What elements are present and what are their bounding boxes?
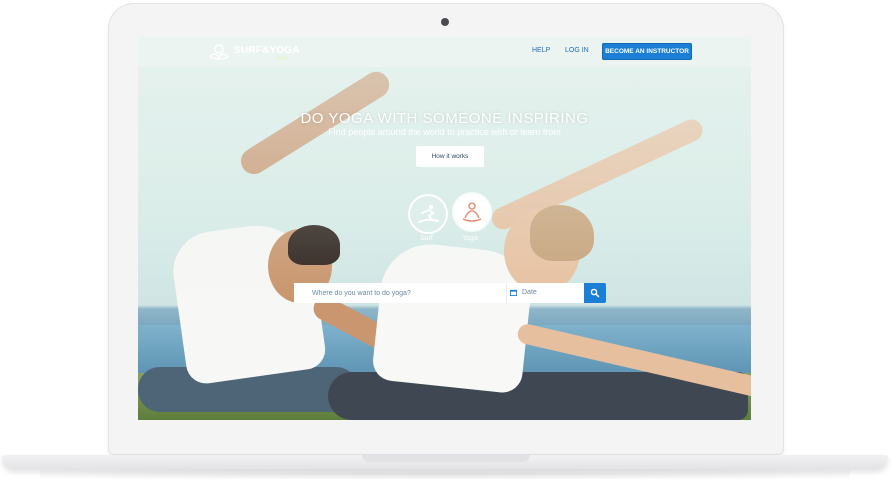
- date-field[interactable]: Date: [506, 283, 584, 303]
- location-search-input[interactable]: [294, 283, 506, 303]
- laptop-shadow: [40, 469, 850, 479]
- logo-beta-tag: Beta: [276, 56, 289, 62]
- date-placeholder: Date: [522, 289, 537, 296]
- logo[interactable]: SURF&YOGA Beta: [208, 42, 308, 64]
- hero-title: DO YOGA WITH SOMEONE INSPIRING: [300, 110, 589, 127]
- logo-text: SURF&YOGA: [234, 45, 300, 56]
- hero-overlay: [138, 37, 751, 420]
- laptop-camera: [441, 18, 449, 26]
- nav-login-link[interactable]: LOG IN: [565, 47, 589, 54]
- activity-yoga-label: Yoga: [462, 235, 478, 242]
- become-instructor-button[interactable]: BECOME AN INSTRUCTOR: [602, 43, 692, 60]
- laptop-screen: SURF&YOGA Beta HELP LOG IN BECOME AN INS…: [138, 37, 751, 420]
- laptop-notch: [362, 455, 530, 462]
- activity-surf-button[interactable]: [408, 194, 448, 234]
- calendar-icon: [510, 289, 517, 296]
- nav-help-link[interactable]: HELP: [532, 47, 550, 54]
- how-it-works-button[interactable]: How it works: [416, 146, 484, 167]
- hero-subtitle: Find people around the world to practice…: [328, 127, 561, 137]
- site-header: SURF&YOGA Beta HELP LOG IN BECOME AN INS…: [138, 37, 751, 67]
- activity-yoga-button[interactable]: [454, 194, 490, 230]
- search-button[interactable]: [584, 283, 606, 303]
- activity-surf-label: Surf: [420, 235, 433, 242]
- lotus-icon: [208, 44, 230, 60]
- search-icon: [590, 288, 600, 298]
- meditation-icon: [462, 202, 482, 222]
- surfer-icon: [418, 204, 439, 223]
